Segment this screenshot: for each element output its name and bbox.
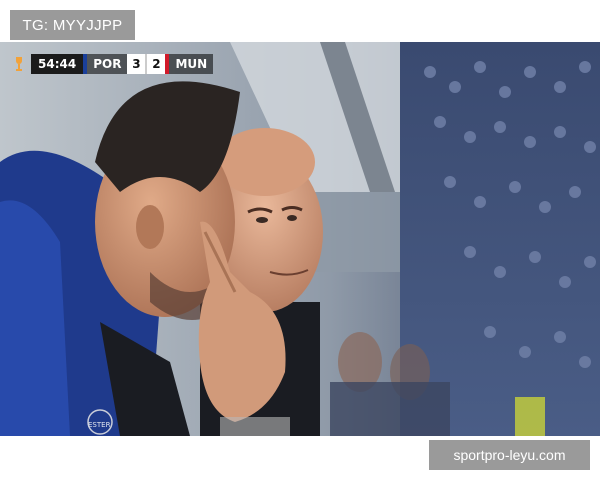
match-clock: 54:44: [31, 54, 84, 74]
away-team: MUN: [169, 54, 214, 74]
home-team: POR: [87, 54, 128, 74]
telegram-tag: TG: MYYJJPP: [10, 10, 135, 40]
scoreboard: 54:44 POR 3 2 MUN: [12, 54, 214, 74]
crowd-stand: [400, 42, 600, 436]
trophy-icon: [12, 54, 26, 74]
away-score: 2: [147, 54, 166, 74]
home-score: 3: [127, 54, 146, 74]
steward-vest: [515, 397, 545, 436]
photo-scene: ESTER: [0, 42, 600, 436]
site-watermark: sportpro-leyu.com: [429, 440, 590, 470]
match-photo: ESTER 54:44 POR 3 2 MUN: [0, 42, 600, 436]
bench-row: [330, 382, 450, 436]
jacket-text: ESTER: [88, 421, 111, 429]
